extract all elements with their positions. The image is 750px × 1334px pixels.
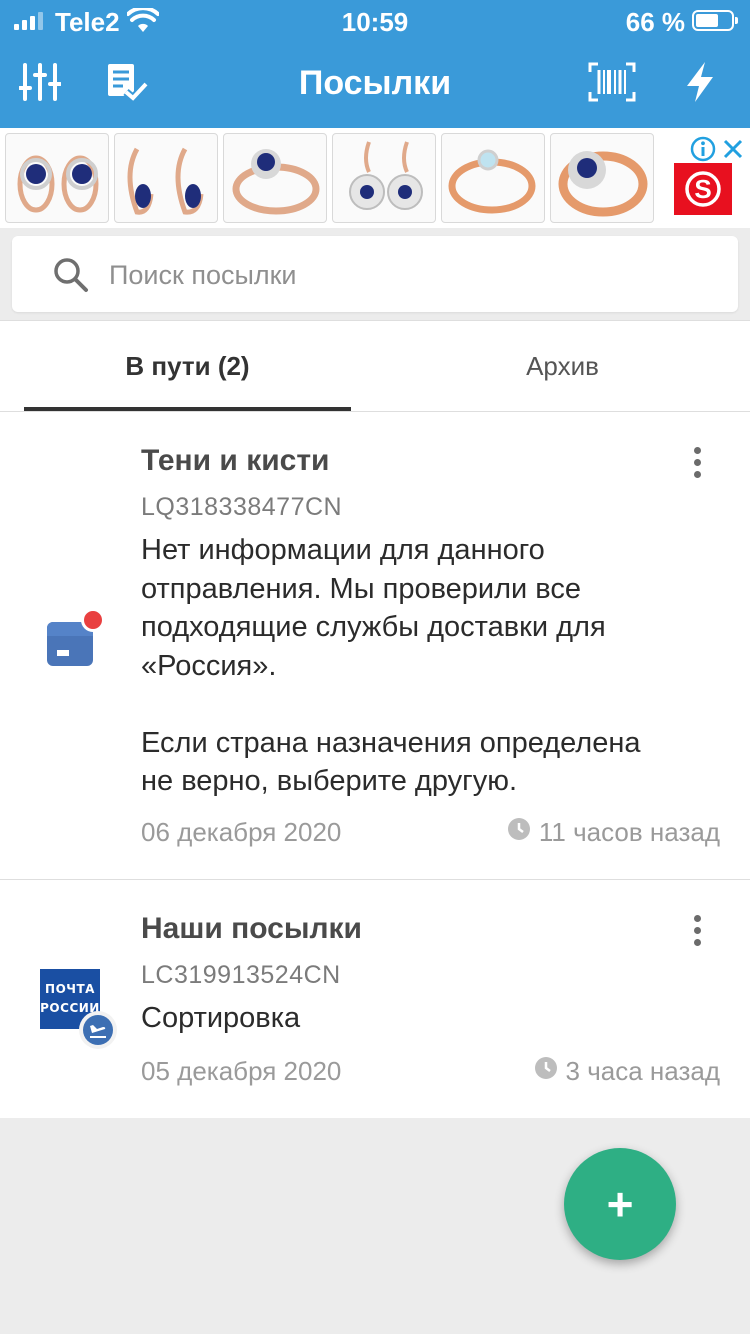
ad-product-image[interactable] — [550, 133, 654, 223]
status-line: Нет информации для данного — [141, 534, 545, 566]
more-options-icon[interactable] — [682, 442, 712, 482]
logo-line: ПОЧТА — [45, 982, 95, 996]
parcel-status: Нет информации для данного отправления. … — [141, 531, 721, 801]
search-placeholder: Поиск посылки — [109, 260, 297, 290]
status-spacer — [141, 685, 721, 724]
parcel-box-icon — [47, 608, 105, 666]
ad-product-image[interactable] — [5, 133, 109, 223]
battery-icon — [692, 10, 738, 31]
ad-product-image[interactable] — [114, 133, 218, 223]
parcel-card[interactable]: ПОЧТА РОССИИ Наши посылки LC319913524CN … — [0, 880, 750, 1118]
parcel-updated: 11 часов назад — [507, 817, 720, 848]
status-bar: Tele2 10:59 66 % — [0, 0, 750, 42]
updated-ago: 11 часов назад — [538, 817, 720, 847]
search-icon — [52, 256, 90, 299]
ad-close-icon[interactable] — [720, 136, 746, 162]
lightning-icon[interactable] — [676, 58, 724, 106]
more-options-icon[interactable] — [682, 910, 712, 950]
parcel-name: Тени и кисти — [141, 444, 330, 477]
parcel-name: Наши посылки — [141, 912, 363, 945]
tracking-number: LC319913524CN — [141, 961, 341, 989]
battery-percent: 66 % — [625, 7, 685, 37]
updated-ago: 3 часа назад — [565, 1056, 720, 1086]
ad-product-image[interactable] — [332, 133, 436, 223]
parcel-updated: 3 часа назад — [534, 1056, 720, 1087]
status-line: Сортировка — [141, 1002, 301, 1034]
parcel-date: 06 декабря 2020 — [141, 817, 342, 847]
ad-product-image[interactable] — [223, 133, 327, 223]
app-bar: Посылки — [0, 42, 750, 128]
tab-archive[interactable]: Архив — [375, 321, 750, 411]
status-line: не верно, выберите другую. — [141, 765, 518, 797]
plane-landing-icon — [79, 1011, 117, 1049]
status-line: отправления. Мы проверили все — [141, 572, 581, 605]
status-line: подходящие службы доставки для — [141, 611, 606, 643]
top-bar: Tele2 10:59 66 % Посылки — [0, 0, 750, 128]
brand-letter: S — [694, 174, 711, 204]
status-line: «Россия». — [141, 649, 277, 682]
search-area: Поиск посылки — [0, 228, 750, 320]
ad-info-icon[interactable] — [690, 136, 716, 162]
tab-in-transit[interactable]: В пути (2) — [24, 321, 351, 411]
ad-product-image[interactable] — [441, 133, 545, 223]
page-title: Посылки — [298, 64, 452, 102]
parcel-status: Сортировка — [141, 999, 721, 1038]
status-line: Если страна назначения определена — [141, 726, 641, 759]
parcel-card[interactable]: Тени и кисти LQ318338477CN Нет информаци… — [0, 412, 750, 880]
clock-icon — [507, 817, 531, 848]
search-input[interactable]: Поиск посылки — [12, 236, 738, 312]
barcode-scan-icon[interactable] — [588, 58, 636, 106]
tracking-number: LQ318338477CN — [141, 493, 343, 521]
ad-brand-logo[interactable]: S — [674, 163, 732, 215]
tab-bar: В пути (2) Архив — [0, 320, 750, 412]
ad-banner[interactable] — [0, 128, 750, 228]
add-parcel-button[interactable]: + — [564, 1148, 676, 1260]
parcel-date: 05 декабря 2020 — [141, 1056, 342, 1086]
notification-dot — [81, 608, 105, 632]
clock-icon — [534, 1056, 558, 1087]
